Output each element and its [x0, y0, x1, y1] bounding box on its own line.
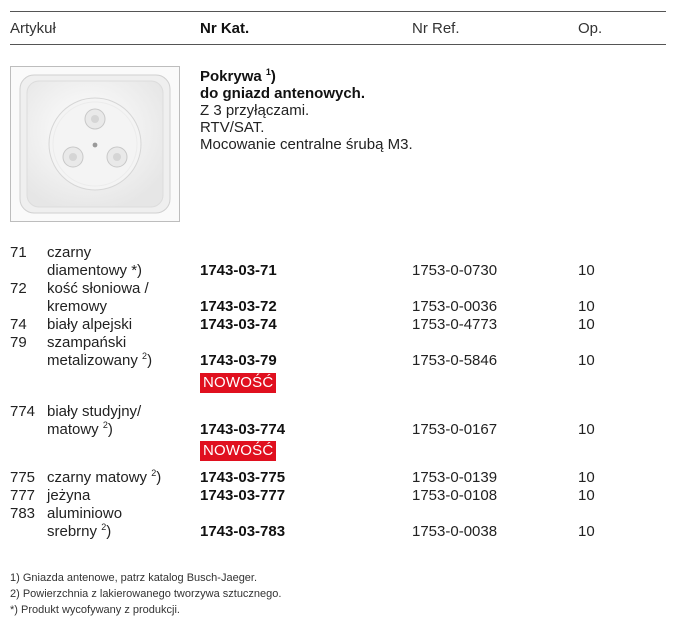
- row-79-number: 79: [10, 334, 27, 351]
- socket-cover-icon: [19, 74, 171, 214]
- row-74-op: 10: [578, 316, 595, 333]
- row-783-number: 783: [10, 505, 36, 522]
- row-774-name-1: biały studyjny/: [47, 403, 142, 420]
- row-71-op: 10: [578, 262, 595, 279]
- row-72-name-2: kremowy: [47, 298, 108, 315]
- row-74-cat-no: 1743-03-74: [200, 316, 277, 333]
- product-title: Pokrywa 1): [200, 67, 276, 85]
- header-ref-no: Nr Ref.: [412, 20, 460, 37]
- row-74-ref-no: 1753-0-4773: [412, 316, 498, 333]
- row-777-number: 777: [10, 487, 36, 504]
- footnote-2: 2) Powierzchnia z lakierowanego tworzywa…: [10, 588, 282, 600]
- row-783-op: 10: [578, 523, 595, 540]
- row-71-ref-no: 1753-0-0730: [412, 262, 498, 279]
- product-line-3: Mocowanie centralne śrubą M3.: [200, 136, 413, 153]
- product-image: [10, 66, 180, 222]
- row-774-op: 10: [578, 421, 595, 438]
- row-79-cat-no: 1743-03-79: [200, 352, 277, 369]
- footnote-3: *) Produkt wycofywany z produkcji.: [10, 604, 180, 616]
- row-72-name-1: kość słoniowa /: [47, 280, 149, 297]
- row-777-op: 10: [578, 487, 595, 504]
- row-774-ref-no: 1753-0-0167: [412, 421, 498, 438]
- row-777-name-1: jeżyna: [47, 487, 91, 504]
- new-badge: NOWOŚĆ: [200, 441, 277, 461]
- row-783-ref-no: 1753-0-0038: [412, 523, 498, 540]
- row-71-name-1: czarny: [47, 244, 92, 261]
- row-79-name-2: metalizowany 2): [47, 351, 153, 370]
- new-badge: NOWOŚĆ: [200, 373, 277, 393]
- row-774-number: 774: [10, 403, 36, 420]
- row-775-name-1: czarny matowy 2): [47, 468, 162, 487]
- row-783-name-1: aluminiowo: [47, 505, 123, 522]
- row-774-cat-no: 1743-03-774: [200, 421, 286, 438]
- row-775-cat-no: 1743-03-775: [200, 469, 286, 486]
- row-775-ref-no: 1753-0-0139: [412, 469, 498, 486]
- row-775-number: 775: [10, 469, 36, 486]
- row-74-name-1: biały alpejski: [47, 316, 133, 333]
- header-cat-no: Nr Kat.: [200, 20, 250, 37]
- product-line-2: RTV/SAT.: [200, 119, 265, 136]
- row-783-name-2: srebrny 2): [47, 522, 112, 541]
- row-775-op: 10: [578, 469, 595, 486]
- row-72-number: 72: [10, 280, 27, 297]
- product-line-1: Z 3 przyłączami.: [200, 102, 310, 119]
- row-71-cat-no: 1743-03-71: [200, 262, 277, 279]
- row-79-name-1: szampański: [47, 334, 127, 351]
- row-79-op: 10: [578, 352, 595, 369]
- row-72-cat-no: 1743-03-72: [200, 298, 277, 315]
- row-79-ref-no: 1753-0-5846: [412, 352, 498, 369]
- row-72-op: 10: [578, 298, 595, 315]
- header-top-rule: [10, 11, 666, 12]
- row-74-number: 74: [10, 316, 27, 333]
- product-subtitle: do gniazd antenowych.: [200, 85, 366, 102]
- row-71-name-2: diamentowy *): [47, 262, 143, 279]
- footnote-1: 1) Gniazda antenowe, patrz katalog Busch…: [10, 572, 258, 584]
- header-op: Op.: [578, 20, 603, 37]
- row-71-number: 71: [10, 244, 27, 261]
- row-774-name-2: matowy 2): [47, 420, 113, 439]
- header-bottom-rule: [10, 44, 666, 45]
- header-article: Artykuł: [10, 20, 56, 37]
- row-777-ref-no: 1753-0-0108: [412, 487, 498, 504]
- row-72-ref-no: 1753-0-0036: [412, 298, 498, 315]
- row-777-cat-no: 1743-03-777: [200, 487, 286, 504]
- row-783-cat-no: 1743-03-783: [200, 523, 286, 540]
- product-description: Pokrywa 1) do gniazd antenowych. Z 3 prz…: [200, 64, 413, 153]
